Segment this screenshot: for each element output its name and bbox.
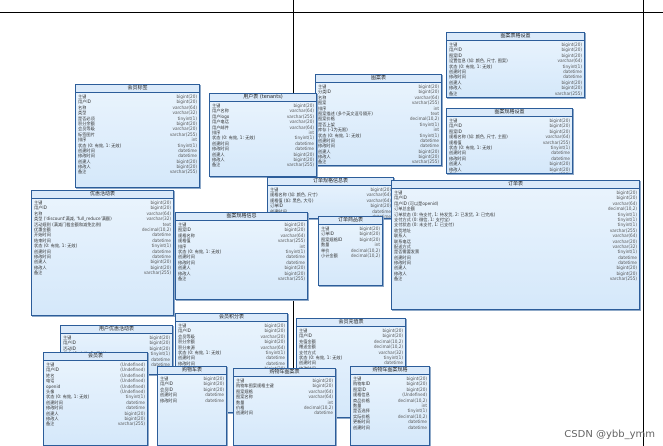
column-type: varchar(255) — [277, 275, 305, 281]
column-name: 小计金额 — [321, 252, 338, 258]
column-row: 创建时间 datetime — [236, 410, 333, 415]
entity-title: 会员充值表 — [297, 319, 405, 327]
column-name: 备注 — [449, 172, 457, 173]
entity-columns: 主键 bigint(20) 用户名称 varchar(64) 用户logo varchar… — [210, 102, 316, 169]
column-name: 备注 — [394, 276, 403, 282]
column-name: 修改时间 — [160, 397, 177, 403]
entity-title: 图案规格设置 — [447, 109, 572, 117]
column-row: 修改时间 datetime — [160, 398, 224, 403]
entity-title: 订单规格信息表 — [268, 178, 393, 186]
entity-title: 图案规格信息 — [176, 213, 307, 221]
column-type: varchar(255) — [169, 169, 197, 175]
watermark: CSDN @ybb_ymm — [564, 429, 655, 440]
column-type: decimal(10,2) — [350, 252, 380, 258]
entity-table[interactable]: 图案规格设置 主键 bigint(20) 用户ID bigint(20) 图案ID bigi… — [446, 108, 573, 174]
entity-table[interactable]: 订单商品表 主键 bigint(20) 订单ID bigint(20) 图案规格ID big… — [318, 216, 383, 286]
column-type: datetime — [408, 424, 427, 430]
column-type: varchar(255) — [541, 172, 570, 173]
column-type: varchar(255) — [609, 276, 637, 282]
column-type: varchar(255) — [554, 90, 582, 96]
entity-title: 用户表 (tenants) — [210, 94, 316, 102]
column-type: varchar(255) — [286, 162, 314, 168]
entity-title: 图案表格设置 — [447, 33, 584, 41]
entity-columns: 主键 bigint(20) 订单ID bigint(20) 图案规格ID bigint(2… — [319, 225, 382, 259]
entity-title: 优惠活动表 — [32, 191, 173, 199]
entity-table[interactable]: 订单表 主键 bigint(20) 用户ID bigint(20) 用户ID (可以是op… — [391, 180, 640, 310]
entity-columns: 主键 bigint(20) 用户ID bigint(20) 名称 varchar(64) 类… — [76, 93, 199, 176]
column-row: 备注 varchar(255) — [394, 276, 637, 281]
column-type: varchar(255) — [143, 270, 171, 276]
entity-columns: 主键 bigint(20) 分类ID bigint(20) 名称 varchar(64) 图… — [316, 83, 441, 165]
entity-table[interactable]: 图案规格信息 主键 bigint(20) 图案ID bigint(20) 规格名称 varc… — [175, 212, 308, 300]
column-row: 备注 varchar(255) — [212, 162, 314, 167]
column-row: 备注 varchar(255) — [449, 172, 570, 173]
column-row: 小计金额 decimal(10,2) — [321, 253, 380, 258]
column-name: 创建时间 — [236, 410, 253, 416]
column-name: 创建时间 — [353, 424, 370, 430]
column-name: 备注 — [78, 169, 87, 175]
entity-columns: 主键 bigint(20) 用户ID bigint(20) 图案ID bigint(20)… — [447, 41, 584, 97]
entity-table[interactable]: 会员表 主键 (Undefined) 用户ID (Undefined) 姓名 (Undefi… — [43, 352, 148, 446]
column-name: 备注 — [449, 90, 458, 96]
entity-title: 订单商品表 — [319, 217, 382, 225]
entity-columns: 主键 bigint(20) 用户ID bigint(20) 会员ID bigint(20)… — [158, 375, 226, 404]
entity-table[interactable]: 会员标签 主键 bigint(20) 用户ID bigint(20) 名称 varchar(… — [75, 84, 200, 188]
entity-table[interactable]: 用户表 (tenants) 主键 bigint(20) 用户名称 varchar(64)… — [209, 93, 317, 177]
column-name: 备注 — [318, 159, 327, 165]
entity-title: 购物车图案规格 — [351, 367, 429, 375]
column-row: 备注 varchar(255) — [178, 276, 305, 281]
entity-table[interactable]: 优惠活动表 主键 bigint(20) 用户ID bigint(20) 名称 varchar… — [31, 190, 174, 316]
entity-columns: 主键 bigint(20) 用户ID bigint(20) 名称 varchar(64) 类… — [32, 199, 173, 276]
entity-title: 购物车表 — [158, 367, 226, 375]
column-name: 备注 — [46, 421, 55, 427]
column-row: 备注 varchar(255) — [46, 421, 145, 426]
column-type: datetime — [205, 397, 224, 403]
entity-table[interactable]: 图案表 主键 bigint(20) 分类ID bigint(20) 名称 varchar(6… — [315, 74, 442, 166]
column-row: 备注 varchar(255) — [78, 169, 197, 174]
entity-title: 会员表 — [44, 353, 147, 361]
column-name: 备注 — [34, 270, 43, 276]
column-name: 备注 — [178, 275, 187, 281]
entity-title: 订单表 — [392, 181, 639, 189]
column-type: varchar(255) — [411, 159, 439, 165]
entity-columns: 主键 bigint(20) 购物车ID bigint(20) 图案ID bigint(20… — [351, 375, 429, 431]
entity-table[interactable]: 购物车图案规格 主键 bigint(20) 购物车ID bigint(20) 图案ID bi… — [350, 366, 430, 446]
entity-columns: 主键 bigint(20) 用户ID bigint(20) 图案ID bigint(20)… — [447, 117, 572, 173]
entity-title: 会员积分表 — [176, 314, 287, 322]
entity-columns: 主键 bigint(20) 图案ID bigint(20) 规格名称 varchar(64… — [176, 221, 307, 282]
column-row: 备注 varchar(255) — [318, 159, 439, 164]
column-row: 备注 varchar(255) — [449, 91, 582, 96]
entity-title: 用户优惠活动表 — [61, 326, 172, 334]
entity-table[interactable]: 图案表格设置 主键 bigint(20) 用户ID bigint(20) 图案ID bigi… — [446, 32, 585, 98]
column-row: 创建时间 datetime — [353, 425, 427, 430]
entity-title: 会员标签 — [76, 85, 199, 93]
entity-table[interactable]: 购物车图案表 主键 bigint(20) 购物车图案规格主键 bigint(20) 图案规… — [233, 368, 336, 446]
column-row: 备注 varchar(255) — [34, 270, 171, 275]
entity-columns: 主键 bigint(20) 用户ID bigint(20) 用户ID (可以是openi… — [392, 189, 639, 283]
column-name: 备注 — [212, 162, 221, 168]
entity-columns: 主键 bigint(20) 购物车图案规格主键 bigint(20) 图案规格 varch… — [234, 377, 335, 417]
column-type: datetime — [314, 410, 333, 416]
entity-title: 购物车图案表 — [234, 369, 335, 377]
entity-title: 图案表 — [316, 75, 441, 83]
entity-columns: 主键 (Undefined) 用户ID (Undefined) 姓名 (Undefined… — [44, 361, 147, 428]
column-type: varchar(255) — [117, 421, 145, 427]
canvas-frame-right — [643, 0, 644, 446]
canvas-frame-top — [0, 12, 663, 13]
entity-table[interactable]: 购物车表 主键 bigint(20) 用户ID bigint(20) 会员ID bigint… — [157, 366, 227, 446]
